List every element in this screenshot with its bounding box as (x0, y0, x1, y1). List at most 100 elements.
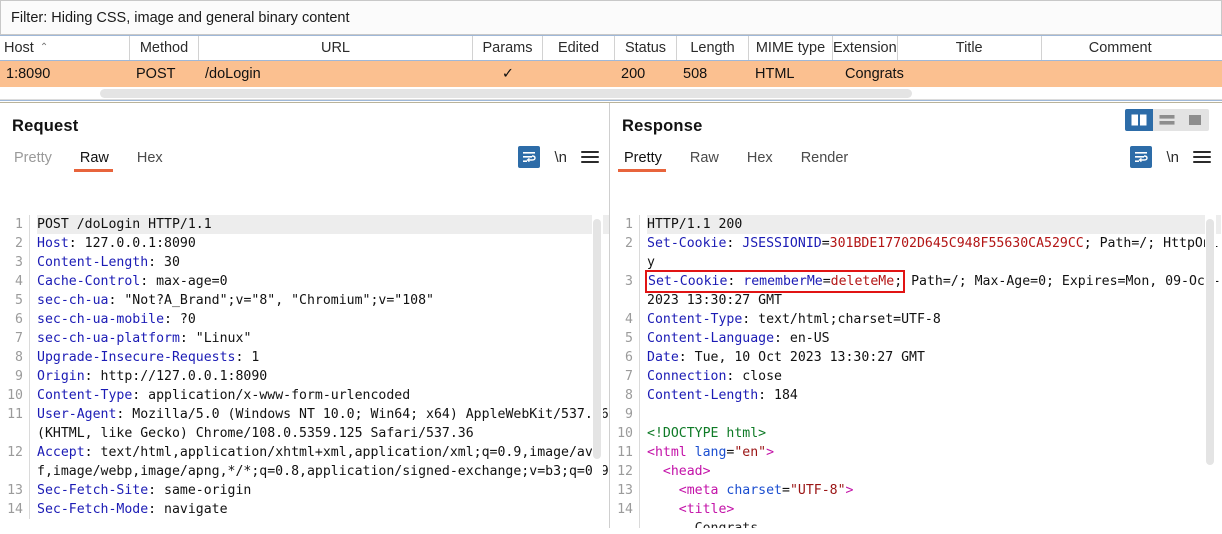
request-line-number: 14 (7, 502, 23, 517)
table-cell-length: 508 (683, 66, 708, 82)
response-code-line: <!DOCTYPE html> (647, 424, 1221, 443)
response-tab-raw[interactable]: Raw (688, 150, 731, 172)
proxy-filter-bar[interactable]: Filter: Hiding CSS, image and general bi… (0, 0, 1222, 35)
request-pane-title: Request (12, 117, 79, 135)
request-code-line: POST /doLogin HTTP/1.1 (37, 215, 609, 234)
response-code-token: "UTF-8" (789, 483, 846, 498)
response-code-token: > (845, 483, 854, 498)
request-line-number: 7 (15, 331, 23, 346)
request-code-token: : ?0 (164, 312, 196, 327)
response-vertical-scrollbar[interactable] (1205, 215, 1216, 528)
response-line-number: 3 (625, 274, 633, 289)
column-header-params[interactable]: Params (473, 36, 543, 60)
response-code-token: Set-Cookie (648, 274, 728, 289)
column-header-label: Title (955, 40, 983, 56)
request-code-line: Sec-Fetch-Site: same-origin (37, 481, 609, 500)
response-code-line: Connection: close (647, 367, 1221, 386)
response-code-line: <head> (647, 462, 1221, 481)
newline-toggle[interactable]: \n (1166, 149, 1179, 166)
response-tab-hex[interactable]: Hex (745, 150, 785, 172)
word-wrap-icon[interactable] (518, 146, 541, 168)
response-tab-render[interactable]: Render (799, 150, 861, 172)
response-code-token: lang (694, 445, 727, 460)
column-header-mime[interactable]: MIME type (749, 36, 833, 60)
request-line-number: 9 (15, 369, 23, 384)
column-header-label: Edited (557, 40, 600, 56)
request-code-token: sec-ch-ua-mobile (37, 312, 165, 327)
response-line-numbers: 123456789101112131415 (610, 215, 640, 528)
request-code-token: : application/x-www-form-urlencoded (132, 388, 411, 403)
column-header-label: Method (139, 40, 189, 56)
table-cell-status: 200 (621, 66, 646, 82)
response-pane: Response Pretty Raw Hex Render \n 1234 5… (610, 103, 1221, 528)
request-code-line: User-Agent: Mozilla/5.0 (Windows NT 10.0… (37, 405, 609, 443)
response-code-token: deleteMe (830, 274, 895, 289)
column-header-extension[interactable]: Extension (833, 36, 898, 60)
table-cell-params: ✓ (501, 66, 515, 82)
side-by-side-layout-button[interactable] (1125, 109, 1153, 131)
response-code-token: "en" (734, 445, 767, 460)
request-code-token: : 127.0.0.1:8090 (68, 236, 196, 251)
table-cell-title: Congrats (845, 66, 904, 82)
hamburger-menu-icon[interactable] (581, 149, 599, 165)
request-tab-raw[interactable]: Raw (73, 150, 121, 172)
column-header-method[interactable]: Method (130, 36, 199, 60)
column-header-host[interactable]: Host ⌃ (0, 36, 130, 60)
response-code-lines[interactable]: HTTP/1.1 200 Set-Cookie: JSESSIONID=301BD… (640, 215, 1221, 528)
response-line-number: 8 (625, 388, 633, 403)
column-header-status[interactable]: Status (615, 36, 677, 60)
table-cell-edited (543, 61, 615, 87)
column-header-label: URL (320, 40, 350, 56)
response-line-number: 11 (617, 445, 633, 460)
column-header-comment[interactable]: Comment (1042, 36, 1199, 60)
request-code-token: : same-origin (148, 483, 252, 498)
request-line-number: 3 (15, 255, 23, 270)
table-horizontal-scrollbar-thumb[interactable] (100, 89, 912, 98)
column-header-url[interactable]: URL (199, 36, 473, 60)
request-tabstrip: Pretty Raw Hex \n (0, 142, 609, 172)
table-horizontal-scrollbar[interactable] (0, 87, 1222, 100)
request-code-viewer[interactable]: 1 2 3 4 5 6 7 8 9 10 11 12 13 14 POST /doLogin HTTP/1… (0, 215, 609, 528)
response-code-token: : 184 (758, 388, 798, 403)
response-code-token: HTTP/1.1 200 (647, 217, 743, 232)
response-code-token: : (727, 274, 744, 289)
response-code-token: : (726, 236, 743, 251)
response-code-viewer[interactable]: 123456789101112131415 HTTP/1.1 200Set-Co… (610, 215, 1221, 528)
request-line-number: 8 (15, 350, 23, 365)
proxy-filter-label: Filter: Hiding CSS, image and general bi… (11, 9, 350, 26)
request-tab-tools: \n (518, 146, 599, 168)
response-code-line: Set-Cookie: rememberMe=deleteMe; Path=/;… (644, 270, 1221, 310)
request-tab-hex[interactable]: Hex (135, 150, 175, 172)
request-code-line: Host: 127.0.0.1:8090 (37, 234, 609, 253)
column-header-title[interactable]: Title (898, 36, 1042, 60)
request-code-token: : 1 (235, 350, 260, 365)
single-pane-layout-button[interactable] (1181, 109, 1209, 131)
response-line-number: 13 (617, 483, 633, 498)
response-code-token: : close (726, 369, 782, 384)
response-code-token: Content-Language (647, 331, 775, 346)
table-row[interactable]: 1:8090 POST/doLogin ✓ 200 508 HTML Congrats (0, 61, 1222, 87)
response-tab-pretty[interactable]: Pretty (618, 150, 674, 172)
request-code-token: Upgrade-Insecure-Requests (37, 350, 236, 365)
response-line-number: 4 (625, 312, 633, 327)
response-line-number: 5 (625, 331, 633, 346)
table-cell-host: 1:8090 (6, 66, 51, 82)
column-header-label: MIME type (755, 40, 826, 56)
request-code-token: Sec-Fetch-Site (37, 483, 149, 498)
hamburger-menu-icon[interactable] (1193, 149, 1211, 165)
response-code-line: Content-Length: 184 (647, 386, 1221, 405)
layout-toggle-group (1125, 109, 1209, 131)
request-tab-pretty[interactable]: Pretty (12, 150, 64, 172)
request-vertical-scrollbar-thumb[interactable] (593, 219, 601, 459)
request-vertical-scrollbar[interactable] (592, 215, 603, 528)
column-header-length[interactable]: Length (677, 36, 749, 60)
newline-toggle[interactable]: \n (554, 149, 567, 166)
request-code-lines[interactable]: POST /doLogin HTTP/1.1 Host: 127.0.0.1:80… (30, 215, 609, 519)
column-header-label: Status (624, 40, 667, 56)
word-wrap-icon[interactable] (1130, 146, 1153, 168)
stacked-layout-button[interactable] (1153, 109, 1181, 131)
request-code-line: sec-ch-ua-platform: "Linux" (37, 329, 609, 348)
response-code-token: ; (894, 274, 903, 289)
response-vertical-scrollbar-thumb[interactable] (1206, 219, 1214, 465)
column-header-edited[interactable]: Edited (543, 36, 615, 60)
